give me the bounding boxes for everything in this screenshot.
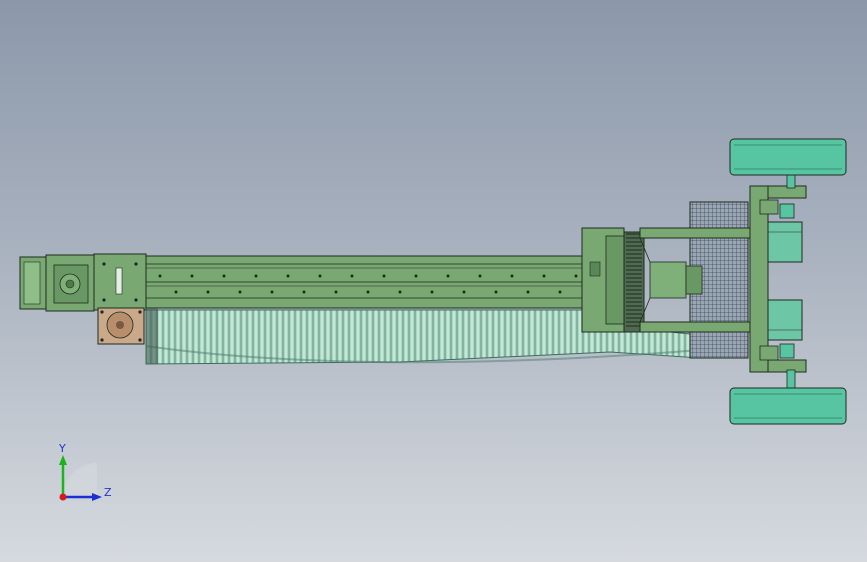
rail-bolt-hole <box>206 290 210 294</box>
rail-bolt-hole <box>510 274 514 278</box>
rail-bolt-hole <box>190 274 194 278</box>
rail-bolt-hole <box>558 290 562 294</box>
rail-bolt-hole <box>366 290 370 294</box>
rail-bolt-hole <box>574 274 578 278</box>
rail-bolt-hole <box>334 290 338 294</box>
triad-x-origin-icon <box>59 493 67 501</box>
rail-bolt-hole <box>270 290 274 294</box>
wheel-bottom <box>729 387 847 425</box>
rail-bolt-hole <box>446 274 450 278</box>
rail-bolt-hole <box>174 290 178 294</box>
left-end-plate <box>19 256 47 310</box>
orientation-triad <box>59 455 102 501</box>
gearbox <box>97 307 145 345</box>
rail-bolt-hole <box>414 274 418 278</box>
triad-y-label: Y <box>59 442 66 455</box>
axle-bottom <box>786 369 796 391</box>
rail-bolt-hole <box>526 290 530 294</box>
triad-z-label: Z <box>104 486 112 499</box>
rail-bolt-hole <box>286 274 290 278</box>
cad-viewport[interactable]: Y Z <box>0 0 867 562</box>
rail-bolt-hole <box>398 290 402 294</box>
gear-ring <box>623 231 645 333</box>
main-rail <box>145 255 611 309</box>
rail-bolt-hole <box>222 274 226 278</box>
rail-bolt-hole <box>382 274 386 278</box>
rail-bolt-hole <box>542 274 546 278</box>
rail-bolt-hole <box>318 274 322 278</box>
wheel-top <box>729 138 847 176</box>
rail-bolt-hole <box>478 274 482 278</box>
rail-bolt-hole <box>254 274 258 278</box>
linear-module-model[interactable] <box>0 0 867 562</box>
triad-y-arrow-icon <box>59 455 67 465</box>
rail-end-plate <box>581 227 625 333</box>
coupling-block <box>45 254 95 312</box>
rail-bolt-hole <box>462 290 466 294</box>
rail-bolt-hole <box>158 274 162 278</box>
rail-bolt-hole <box>350 274 354 278</box>
rail-bolt-hole <box>238 290 242 294</box>
carriage-block <box>93 253 147 311</box>
rail-bolt-hole <box>430 290 434 294</box>
rail-bolt-hole <box>302 290 306 294</box>
rail-bolt-hole <box>494 290 498 294</box>
